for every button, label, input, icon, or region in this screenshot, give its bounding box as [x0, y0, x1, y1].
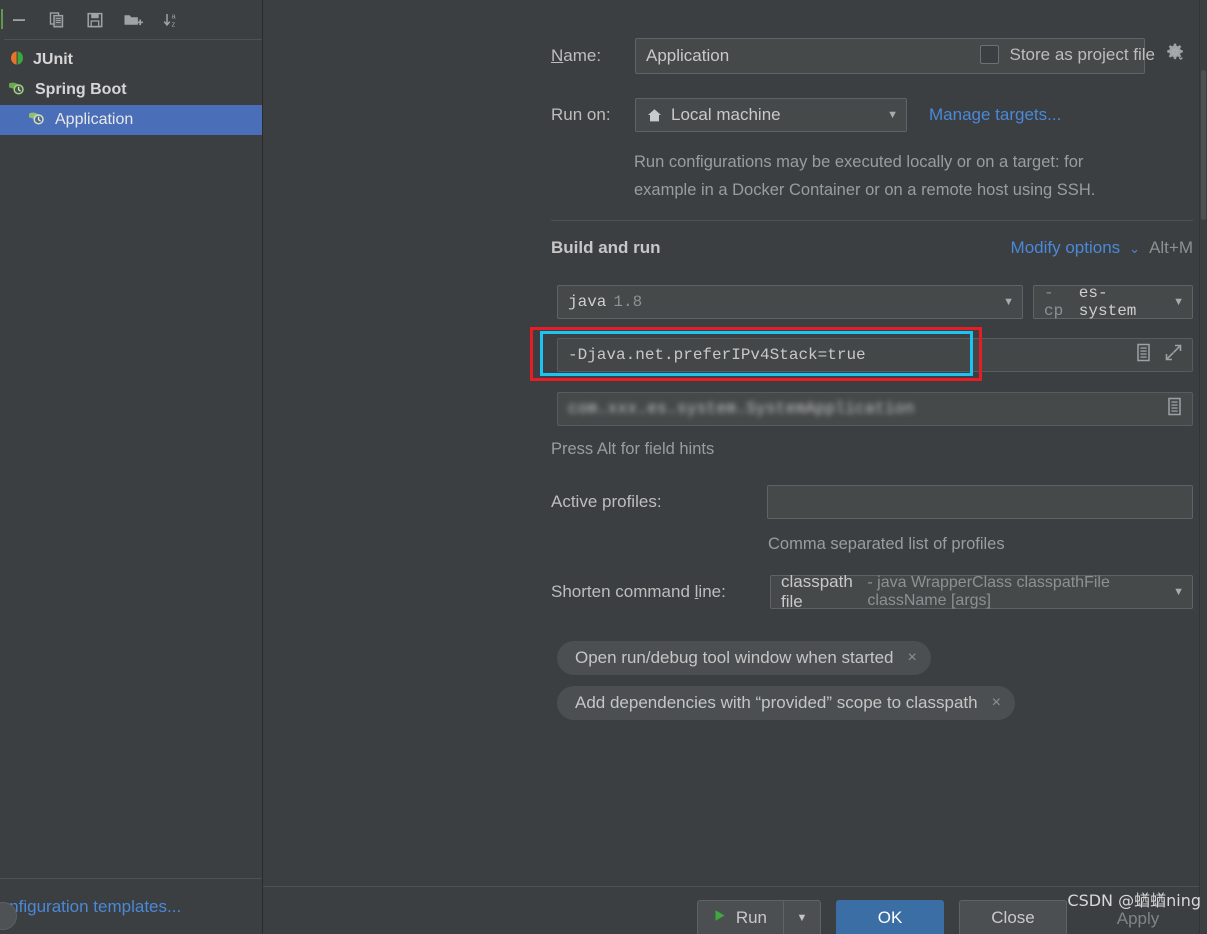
play-icon	[712, 908, 727, 928]
jre-and-module-row: java 1.8 ▼ -cp es-system ▼	[557, 284, 1193, 320]
vm-options-field-icons	[1135, 338, 1183, 372]
sort-alphabetically-icon[interactable]: a z	[154, 5, 188, 35]
shorten-command-line-combo[interactable]: classpath file - java WrapperClass class…	[770, 572, 1193, 611]
home-icon	[646, 107, 663, 124]
shorten-command-line-desc: - java WrapperClass classpathFile classN…	[867, 574, 1110, 609]
classpath-prefix: -cp	[1044, 284, 1064, 320]
document-list-icon[interactable]	[1135, 343, 1152, 367]
chip-open-run-debug-tool-window[interactable]: Open run/debug tool window when started …	[557, 641, 931, 675]
run-on-combo[interactable]: Local machine ▼	[635, 98, 907, 132]
configuration-form: Name: Application Store as project file …	[263, 0, 1207, 886]
chip-label: Open run/debug tool window when started	[575, 648, 894, 667]
modify-options-link[interactable]: Modify options	[1011, 238, 1121, 258]
main-class-field-icons	[1166, 392, 1183, 426]
vertical-scrollbar[interactable]	[1199, 0, 1207, 934]
section-divider	[551, 220, 1193, 221]
document-list-icon[interactable]	[1166, 397, 1183, 421]
vm-options-value: -Djava.net.preferIPv4Stack=true	[568, 346, 866, 364]
csdn-watermark: CSDN @蝤蝤ning	[1067, 891, 1201, 910]
main-class-input[interactable]: com.xxx.es.system.SystemApplication	[557, 392, 1193, 426]
chevron-down-icon[interactable]: ⌄	[1129, 241, 1140, 257]
store-as-project-file-label: Store as project file	[1009, 44, 1155, 64]
jre-combo[interactable]: java 1.8 ▼	[557, 285, 1023, 319]
close-icon[interactable]: ×	[907, 650, 916, 666]
chip-add-provided-dependencies[interactable]: Add dependencies with “provided” scope t…	[557, 686, 1015, 720]
sidebar-item-label: Spring Boot	[35, 81, 127, 98]
sidebar-item-junit[interactable]: JUnit	[0, 45, 262, 75]
chevron-down-icon: ▼	[1173, 295, 1184, 308]
dialog-button-bar: Run ▼ OK Close Apply	[263, 886, 1207, 934]
spring-boot-icon	[28, 109, 48, 132]
press-alt-hint: Press Alt for field hints	[551, 440, 715, 458]
chip-label: Add dependencies with “provided” scope t…	[575, 693, 978, 712]
vm-options-input[interactable]: -Djava.net.preferIPv4Stack=true	[557, 338, 1193, 372]
main-class-value: com.xxx.es.system.SystemApplication	[568, 399, 915, 419]
sidebar-item-application[interactable]: Application	[0, 105, 262, 135]
svg-text:z: z	[172, 19, 176, 28]
store-as-project-file-group: Store as project file	[980, 42, 1185, 67]
option-chips: Open run/debug tool window when started …	[557, 641, 1015, 720]
dialog-buttons: Run ▼ OK Close	[263, 900, 1207, 934]
gear-icon[interactable]	[1165, 42, 1185, 67]
run-on-hint: Run configurations may be executed local…	[634, 148, 1207, 204]
shorten-command-line-label: Shorten command line:	[551, 582, 726, 601]
edit-configuration-templates-link[interactable]: it configuration templates...	[0, 897, 181, 917]
scrollbar-thumb[interactable]	[1201, 70, 1206, 220]
jre-name: java	[568, 293, 607, 311]
run-on-hint-line-2: example in a Docker Container or on a re…	[634, 181, 1096, 199]
junit-icon	[8, 49, 26, 72]
remove-icon[interactable]	[2, 5, 36, 35]
active-profiles-label: Active profiles:	[551, 492, 662, 511]
sidebar-item-spring-boot[interactable]: Spring Boot	[0, 75, 262, 105]
manage-targets-link[interactable]: Manage targets...	[929, 105, 1061, 125]
configuration-editor-panel: Name: Application Store as project file …	[263, 0, 1207, 934]
run-on-row: Run on: Local machine ▼ Manage targets..…	[551, 98, 1061, 132]
run-button-group[interactable]: Run ▼	[696, 900, 821, 934]
run-dropdown-button[interactable]: ▼	[783, 901, 820, 934]
modify-options-group: Modify options ⌄ Alt+M	[1011, 238, 1193, 258]
copy-icon[interactable]	[40, 5, 74, 35]
active-profiles-input[interactable]	[767, 485, 1193, 519]
run-on-value: Local machine	[671, 105, 781, 124]
run-button-label: Run	[735, 908, 767, 927]
expand-arrows-icon[interactable]	[1164, 343, 1183, 367]
configurations-tree: JUnit Spring Boot Application	[0, 40, 262, 878]
main-class-row: com.xxx.es.system.SystemApplication	[557, 392, 1193, 426]
chevron-down-icon: ▼	[887, 108, 898, 121]
shorten-command-line-value: classpath file	[781, 572, 853, 611]
close-icon[interactable]: ×	[992, 695, 1001, 711]
sidebar-bottom-bar: it configuration templates...	[0, 878, 262, 934]
classpath-module: es-system	[1078, 284, 1137, 320]
active-profiles-hint: Comma separated list of profiles	[768, 535, 1005, 553]
run-on-hint-line-1: Run configurations may be executed local…	[634, 153, 1084, 171]
sidebar-item-label: Application	[55, 111, 134, 128]
run-on-label: Run on:	[551, 105, 611, 124]
chevron-down-icon: ▼	[1003, 295, 1014, 308]
new-folder-icon[interactable]	[116, 5, 150, 35]
sidebar-toolbar: a z	[0, 0, 262, 40]
run-debug-configurations-dialog: a z JUnit Spring Boot Application config…	[0, 0, 1207, 934]
sidebar-left-edge-marker	[0, 0, 4, 40]
active-profiles-row: Active profiles:	[551, 485, 1193, 519]
chevron-down-icon: ▼	[1173, 585, 1184, 598]
build-and-run-title: Build and run	[551, 238, 661, 257]
save-icon[interactable]	[78, 5, 112, 35]
classpath-module-combo[interactable]: -cp es-system ▼	[1033, 284, 1193, 320]
spring-boot-icon	[8, 79, 28, 102]
run-button[interactable]: Run	[698, 901, 783, 934]
jre-version: 1.8	[613, 293, 643, 311]
vm-options-row: -Djava.net.preferIPv4Stack=true	[557, 338, 1193, 372]
name-label: Name:	[551, 46, 602, 65]
shorten-command-line-row: Shorten command line: classpath file - j…	[551, 572, 1193, 611]
store-as-project-file-checkbox[interactable]	[980, 45, 1000, 64]
modify-options-shortcut: Alt+M	[1149, 238, 1193, 257]
close-button[interactable]: Close	[959, 900, 1067, 934]
configurations-sidebar: a z JUnit Spring Boot Application config…	[0, 0, 263, 934]
ok-button[interactable]: OK	[836, 900, 944, 934]
sidebar-item-label: JUnit	[33, 51, 73, 68]
